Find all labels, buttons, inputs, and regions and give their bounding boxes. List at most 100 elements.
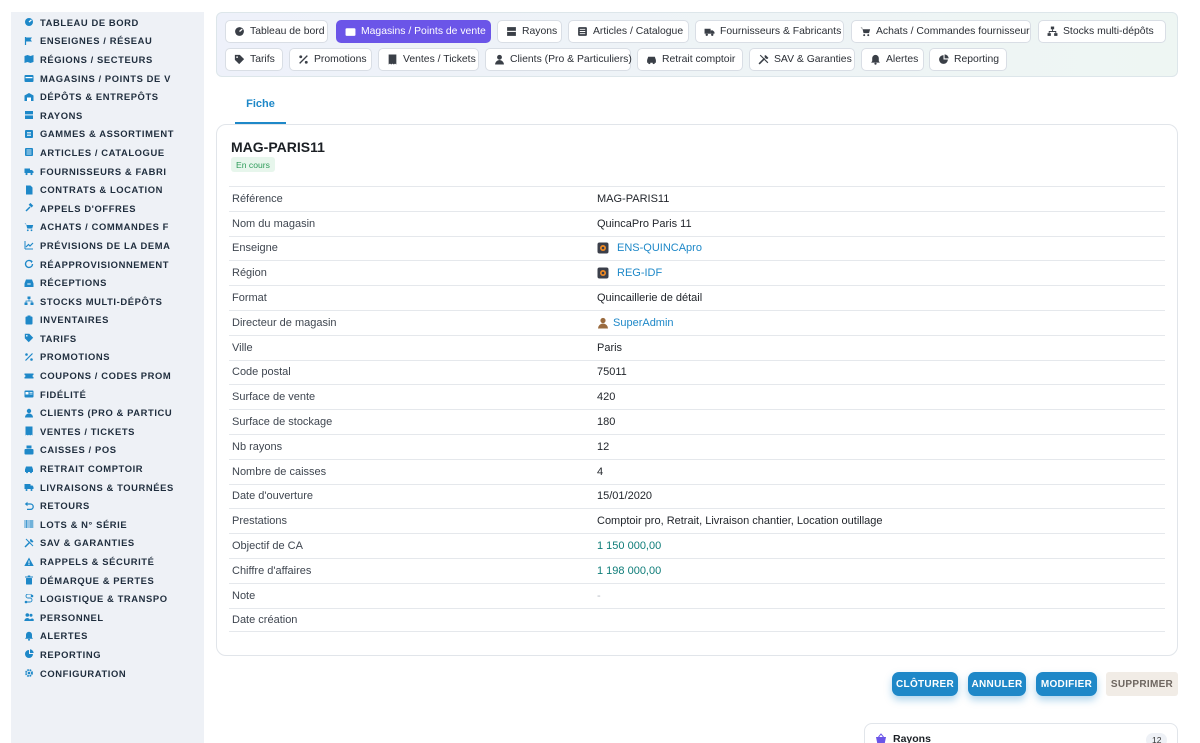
field-label: Code postal <box>232 366 291 379</box>
module-tab-label: Articles / Catalogue <box>593 26 684 37</box>
delete-button[interactable]: SUPPRIMER <box>1106 672 1178 696</box>
sidebar-item-label: APPELS D'OFFRES <box>40 202 137 214</box>
module-tab[interactable]: Alertes <box>861 48 924 71</box>
sidebar-item-label: RAYONS <box>40 109 83 121</box>
field-value-link[interactable]: REG-IDF <box>597 267 1165 279</box>
gavel-icon <box>24 203 34 213</box>
module-tab[interactable]: Rayons <box>497 20 562 43</box>
sidebar-item[interactable]: APPELS D'OFFRES <box>11 199 204 218</box>
module-tab[interactable]: Achats / Commandes fournisseur <box>851 20 1031 43</box>
field-row: Nom du magasin QuincaPro Paris 11 <box>229 210 1165 236</box>
field-value-text: REG-IDF <box>617 267 663 280</box>
field-label: Nb rayons <box>232 440 283 453</box>
sidebar-item[interactable]: COUPONS / CODES PROM <box>11 366 204 385</box>
sidebar-item[interactable]: RETOURS <box>11 496 204 515</box>
sidebar-item-label: GAMMES & ASSORTIMENT <box>40 128 175 140</box>
sidebar-item[interactable]: MAGASINS / POINTS DE V <box>11 69 204 88</box>
field-row: Chiffre d'affaires 1 198 000,00 <box>229 557 1165 583</box>
field-value-text: 1 198 000,00 <box>597 564 662 577</box>
sidebar-item[interactable]: LIVRAISONS & TOURNÉES <box>11 478 204 497</box>
sidebar-item[interactable]: RETRAIT COMPTOIR <box>11 459 204 478</box>
sidebar-item[interactable]: CLIENTS (PRO & PARTICU <box>11 403 204 422</box>
bell-icon <box>24 631 34 641</box>
record-title: MAG-PARIS11 <box>231 139 325 155</box>
module-tab[interactable]: Clients (Pro & Particuliers) <box>485 48 632 71</box>
sidebar-item[interactable]: RÉAPPROVISIONNEMENT <box>11 255 204 274</box>
sidebar-item[interactable]: ACHATS / COMMANDES F <box>11 218 204 237</box>
field-value-text: - <box>597 589 601 602</box>
field-value-link[interactable]: ENS-QUINCApro <box>597 242 1165 254</box>
sidebar-item[interactable]: DÉMARQUE & PERTES <box>11 571 204 590</box>
sidebar-item[interactable]: STOCKS MULTI-DÉPÔTS <box>11 292 204 311</box>
sidebar-item-label: DÉMARQUE & PERTES <box>40 574 155 586</box>
field-label: Prestations <box>232 515 288 528</box>
module-tab[interactable]: Promotions <box>289 48 372 71</box>
module-tab[interactable]: Stocks multi-dépôts <box>1038 20 1166 43</box>
field-row: Surface de vente 420 <box>229 384 1165 409</box>
module-tab[interactable]: Retrait comptoir <box>637 48 743 71</box>
sidebar-item[interactable]: CONFIGURATION <box>11 664 204 683</box>
edit-button[interactable]: MODIFIER <box>1036 672 1097 696</box>
sidebar-item[interactable]: LOTS & N° SÉRIE <box>11 515 204 534</box>
user-icon <box>494 54 505 65</box>
module-tab-label: Rayons <box>522 26 558 37</box>
record-icon <box>597 242 609 254</box>
sidebar-item[interactable]: TABLEAU DE BORD <box>11 13 204 32</box>
sidebar-item[interactable]: RÉGIONS / SECTEURS <box>11 50 204 69</box>
cart-icon <box>860 26 871 37</box>
field-value-link[interactable]: SuperAdmin <box>597 317 1165 329</box>
sidebar-item-label: RÉAPPROVISIONNEMENT <box>40 258 170 270</box>
tab-fiche[interactable]: Fiche <box>235 92 286 124</box>
module-tab-label: Alertes <box>886 54 919 65</box>
module-tab[interactable]: Ventes / Tickets <box>378 48 479 71</box>
sidebar-item[interactable]: SAV & GARANTIES <box>11 534 204 553</box>
sidebar-item[interactable]: PRÉVISIONS DE LA DEMA <box>11 236 204 255</box>
sidebar-item[interactable]: LOGISTIQUE & TRANSPO <box>11 589 204 608</box>
module-tab[interactable]: Articles / Catalogue <box>568 20 689 43</box>
sidebar-item[interactable]: FIDÉLITÉ <box>11 385 204 404</box>
field-value: 1 198 000,00 <box>597 565 1165 577</box>
sidebar-item-label: PRÉVISIONS DE LA DEMA <box>40 239 171 251</box>
field-label: Directeur de magasin <box>232 316 337 329</box>
sidebar-item[interactable]: REPORTING <box>11 645 204 664</box>
sidebar-item[interactable]: RAYONS <box>11 106 204 125</box>
sidebar-item-label: MAGASINS / POINTS DE V <box>40 72 171 84</box>
sidebar-item[interactable]: PERSONNEL <box>11 608 204 627</box>
related-panel-rayons[interactable]: Rayons 12 <box>864 723 1178 743</box>
module-tab[interactable]: Magasins / Points de vente <box>336 20 491 43</box>
sidebar-item[interactable]: ARTICLES / CATALOGUE <box>11 143 204 162</box>
trash-icon <box>24 575 34 585</box>
field-value: 4 <box>597 466 1165 478</box>
sidebar-item[interactable]: RÉCEPTIONS <box>11 273 204 292</box>
sidebar-item-label: CONFIGURATION <box>40 667 127 679</box>
sidebar-item[interactable]: ENSEIGNES / RÉSEAU <box>11 32 204 51</box>
sidebar-item[interactable]: PROMOTIONS <box>11 348 204 367</box>
sidebar-item[interactable]: CONTRATS & LOCATION <box>11 180 204 199</box>
clipboard-icon <box>24 315 34 325</box>
sidebar-item[interactable]: TARIFS <box>11 329 204 348</box>
module-tab-label: SAV & Garanties <box>774 54 852 65</box>
field-value-text: Comptoir pro, Retrait, Livraison chantie… <box>597 515 883 528</box>
close-record-button[interactable]: CLÔTURER <box>892 672 958 696</box>
module-tab[interactable]: Tableau de bord <box>225 20 328 43</box>
sidebar-item[interactable]: DÉPÔTS & ENTREPÔTS <box>11 87 204 106</box>
sidebar-item[interactable]: VENTES / TICKETS <box>11 422 204 441</box>
sidebar-item[interactable]: FOURNISSEURS & FABRI <box>11 162 204 181</box>
user-icon <box>24 408 34 418</box>
module-tab[interactable]: Tarifs <box>225 48 283 71</box>
sidebar-item[interactable]: CAISSES / POS <box>11 441 204 460</box>
field-label: Chiffre d'affaires <box>232 564 312 577</box>
sidebar-item-label: LOGISTIQUE & TRANSPO <box>40 593 168 605</box>
sidebar-item[interactable]: RAPPELS & SÉCURITÉ <box>11 552 204 571</box>
cancel-button[interactable]: ANNULER <box>968 672 1026 696</box>
module-tab[interactable]: Fournisseurs & Fabricants <box>695 20 844 43</box>
module-tab[interactable]: SAV & Garanties <box>749 48 855 71</box>
sidebar-item[interactable]: GAMMES & ASSORTIMENT <box>11 125 204 144</box>
sidebar-item-label: INVENTAIRES <box>40 314 109 326</box>
field-label: Enseigne <box>232 242 278 255</box>
sidebar-item[interactable]: INVENTAIRES <box>11 311 204 330</box>
sidebar-item[interactable]: ALERTES <box>11 627 204 646</box>
module-tab[interactable]: Reporting <box>929 48 1007 71</box>
field-value: 1 150 000,00 <box>597 540 1165 552</box>
sitemap-icon <box>1047 26 1058 37</box>
